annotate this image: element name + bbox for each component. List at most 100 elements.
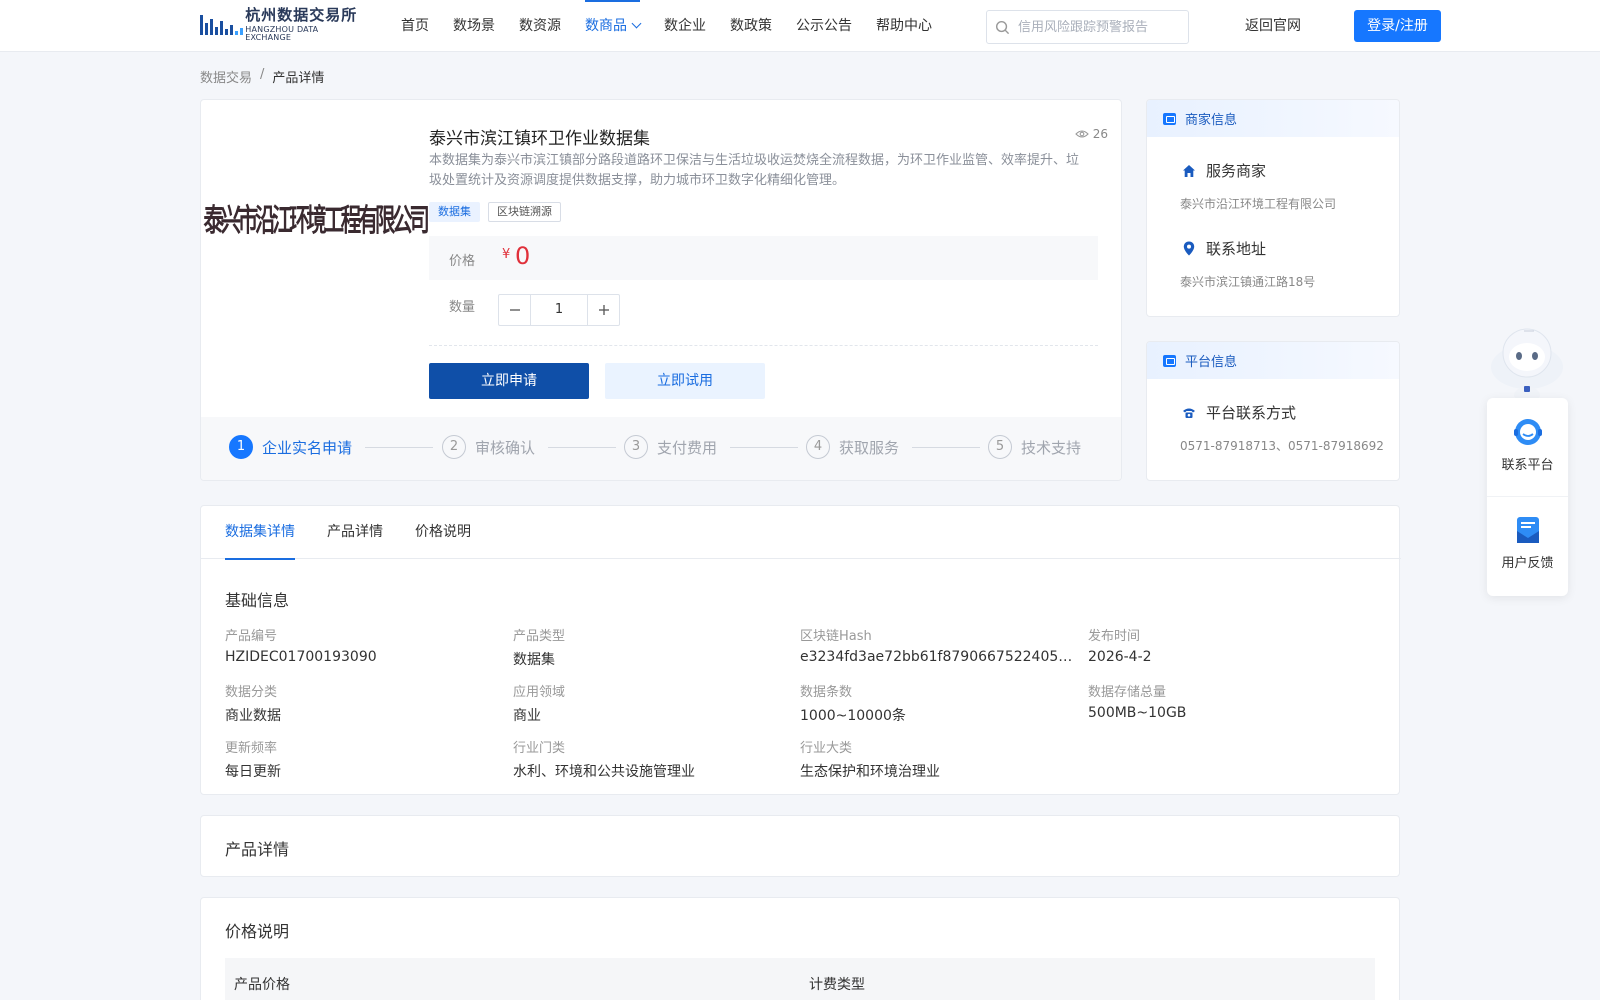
detail-tabs: 数据集详情 产品详情 价格说明: [201, 506, 1401, 560]
field-label: 行业门类: [513, 741, 566, 756]
field-value: 商业数据: [225, 708, 281, 724]
logo-mark-icon: [200, 11, 243, 39]
search-input[interactable]: [1018, 19, 1178, 35]
search-box[interactable]: [986, 10, 1189, 44]
field-product-code: 产品编号 HZIDEC01700193090: [225, 625, 505, 665]
tab-price-explanation[interactable]: 价格说明: [415, 506, 471, 559]
tab-dataset-details[interactable]: 数据集详情: [225, 506, 295, 560]
try-now-button[interactable]: 立即试用: [605, 363, 765, 399]
platform-info-card: 平台信息 平台联系方式 0571-87918713、0571-87918692: [1146, 341, 1400, 481]
step-number: 1: [229, 435, 253, 459]
step-label: 企业实名申请: [262, 438, 353, 457]
breadcrumb-separator: /: [260, 67, 265, 82]
increment-button[interactable]: [588, 295, 619, 325]
platform-contact-value: 0571-87918713、0571-87918692: [1180, 439, 1384, 453]
tab-product-details[interactable]: 产品详情: [327, 506, 383, 559]
field-label: 发布时间: [1088, 629, 1141, 644]
currency-symbol: ¥: [502, 247, 511, 262]
price-box: 价格 ¥ 0: [429, 236, 1098, 280]
step-2: 2 审核确认: [442, 435, 535, 459]
price-explanation-title: 价格说明: [225, 922, 290, 941]
nav-resources[interactable]: 数资源: [507, 0, 573, 52]
step-connector: [730, 447, 798, 448]
customer-service-icon: [1512, 416, 1544, 448]
nav-policies[interactable]: 数政策: [718, 0, 784, 52]
field-publish-time: 发布时间 2026-4-2: [1088, 625, 1368, 665]
platform-info-icon: [1163, 354, 1176, 367]
plus-icon: [598, 305, 609, 315]
assistant-robot-icon[interactable]: [1486, 323, 1568, 403]
step-connector: [912, 447, 980, 448]
phone-icon: [1180, 404, 1198, 422]
home-icon: [1180, 162, 1198, 180]
step-connector: [365, 447, 433, 448]
address-label: 联系地址: [1206, 240, 1267, 258]
column-billing-type: 计费类型: [809, 977, 865, 993]
price-label: 价格: [449, 254, 476, 269]
field-value: 商业: [513, 708, 541, 724]
merchant-info-icon: [1163, 112, 1176, 125]
product-summary-card: 泰兴市沿江环境工程有限公司 泰兴市滨江镇环卫作业数据集 26 本数据集为泰兴市滨…: [200, 99, 1122, 481]
basic-info-title: 基础信息: [225, 591, 290, 610]
field-value: 数据集: [513, 652, 555, 668]
breadcrumb-root-link[interactable]: 数据交易: [200, 67, 252, 86]
field-value: 每日更新: [225, 764, 281, 780]
field-value: 水利、环境和公共设施管理业: [513, 764, 695, 780]
step-connector: [548, 447, 616, 448]
nav-home[interactable]: 首页: [389, 0, 441, 52]
back-to-official-site-link[interactable]: 返回官网: [1245, 0, 1301, 52]
view-count: 26: [1074, 127, 1108, 141]
field-storage-total: 数据存储总量 500MB~10GB: [1088, 681, 1368, 721]
address-value: 泰兴市滨江镇通江路18号: [1180, 275, 1316, 289]
step-label: 技术支持: [1021, 438, 1082, 457]
quantity-stepper: 1: [498, 294, 620, 326]
price-explanation-section: 价格说明 产品价格 计费类型: [200, 897, 1400, 1000]
breadcrumb: 数据交易 / 产品详情: [200, 67, 324, 86]
nav-announcements[interactable]: 公示公告: [784, 0, 864, 52]
step-4: 4 获取服务: [806, 435, 899, 459]
field-label: 数据条数: [800, 685, 853, 700]
nav-products[interactable]: 数商品: [573, 0, 652, 52]
service-merchant-value: 泰兴市沿江环境工程有限公司: [1180, 197, 1337, 211]
nav-scenarios[interactable]: 数场景: [441, 0, 507, 52]
apply-now-button[interactable]: 立即申请: [429, 363, 589, 399]
platform-contact-label: 平台联系方式: [1206, 404, 1297, 422]
field-update-frequency: 更新频率 每日更新: [225, 737, 505, 781]
step-1: 1 企业实名申请: [229, 435, 352, 459]
field-value: 生态保护和环境治理业: [800, 764, 940, 780]
nav-help-center[interactable]: 帮助中心: [864, 0, 944, 52]
service-merchant-row: 服务商家: [1180, 160, 1266, 181]
chevron-down-icon: [631, 18, 642, 29]
tag-dataset: 数据集: [429, 202, 480, 222]
contact-platform-label: 联系平台: [1501, 458, 1554, 473]
location-pin-icon: [1180, 240, 1198, 258]
merchant-info-header: 商家信息: [1147, 100, 1399, 137]
column-product-price: 产品价格: [234, 977, 290, 993]
logo-subtitle: HANGZHOU DATA EXCHANGE: [245, 25, 319, 42]
main-nav: 首页 数场景 数资源 数商品 数企业 数政策 公示公告 帮助中心: [389, 0, 944, 52]
field-value: 2026-4-2: [1088, 649, 1152, 665]
address-row: 联系地址: [1180, 238, 1266, 259]
merchant-logo: 泰兴市沿江环境工程有限公司: [203, 182, 429, 252]
step-label: 获取服务: [839, 438, 900, 457]
step-3: 3 支付费用: [624, 435, 717, 459]
quantity-label: 数量: [449, 300, 476, 315]
nav-enterprises[interactable]: 数企业: [652, 0, 718, 52]
platform-info-heading: 平台信息: [1185, 355, 1238, 370]
quantity-input[interactable]: 1: [530, 295, 588, 325]
breadcrumb-current: 产品详情: [272, 71, 325, 86]
user-feedback-label: 用户反馈: [1501, 556, 1554, 571]
login-register-button[interactable]: 登录/注册: [1354, 10, 1441, 42]
user-feedback-button[interactable]: 用户反馈: [1487, 496, 1568, 594]
price-table-header: 产品价格 计费类型: [225, 958, 1375, 1000]
field-label: 产品编号: [225, 629, 278, 644]
logo-name: 杭州数据交易所: [245, 6, 358, 24]
site-logo[interactable]: 杭州数据交易所 HANGZHOU DATA EXCHANGE: [200, 6, 365, 42]
decrement-button[interactable]: [499, 295, 530, 325]
divider: [429, 345, 1098, 346]
contact-platform-button[interactable]: 联系平台: [1487, 398, 1568, 496]
platform-info-header: 平台信息: [1147, 342, 1399, 379]
field-industry-section: 行业门类 水利、环境和公共设施管理业: [513, 737, 793, 781]
step-number: 4: [806, 435, 830, 459]
service-merchant-label: 服务商家: [1206, 162, 1267, 180]
